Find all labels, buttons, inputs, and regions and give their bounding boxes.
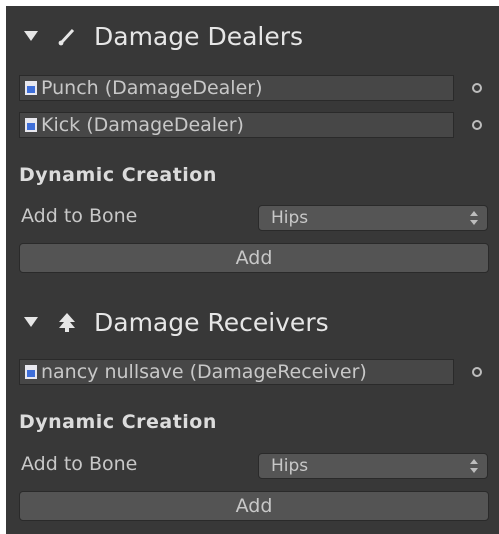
- brush-icon: [58, 28, 75, 46]
- section-title: Damage Dealers: [94, 21, 304, 51]
- damage-receivers-foldout[interactable]: Damage Receivers: [6, 302, 499, 342]
- add-button[interactable]: Add: [19, 491, 489, 521]
- foldout-arrow-icon[interactable]: [24, 317, 38, 327]
- object-picker-icon[interactable]: [472, 367, 482, 377]
- inspector-panel: Damage Dealers Punch (DamageDealer) Kick…: [6, 6, 499, 534]
- script-file-icon: [25, 81, 37, 95]
- dynamic-creation-heading: Dynamic Creation: [19, 411, 217, 433]
- section-title: Damage Receivers: [94, 307, 329, 337]
- foldout-arrow-icon[interactable]: [24, 31, 38, 41]
- bone-dropdown-value: Hips: [271, 208, 309, 228]
- object-field-label: Punch (DamageDealer): [41, 77, 263, 99]
- add-to-bone-label: Add to Bone: [21, 453, 138, 475]
- script-file-icon: [25, 365, 37, 379]
- dynamic-creation-heading: Dynamic Creation: [19, 164, 217, 186]
- add-button[interactable]: Add: [19, 243, 489, 273]
- add-to-bone-label: Add to Bone: [21, 205, 138, 227]
- bone-dropdown-value: Hips: [271, 456, 309, 476]
- object-picker-icon[interactable]: [472, 120, 482, 130]
- object-field-label: Kick (DamageDealer): [41, 114, 244, 136]
- dropdown-arrows-icon: [470, 211, 478, 225]
- object-field-punch[interactable]: Punch (DamageDealer): [19, 75, 454, 101]
- script-file-icon: [25, 118, 37, 132]
- object-field-receiver[interactable]: nancy nullsave (DamageReceiver): [19, 359, 454, 385]
- bone-dropdown[interactable]: Hips: [258, 453, 488, 479]
- object-field-label: nancy nullsave (DamageReceiver): [41, 361, 367, 383]
- object-picker-icon[interactable]: [472, 83, 482, 93]
- bone-dropdown[interactable]: Hips: [258, 205, 488, 231]
- object-field-kick[interactable]: Kick (DamageDealer): [19, 112, 454, 138]
- tree-icon: [59, 313, 75, 332]
- damage-dealers-foldout[interactable]: Damage Dealers: [6, 16, 499, 56]
- dropdown-arrows-icon: [470, 459, 478, 473]
